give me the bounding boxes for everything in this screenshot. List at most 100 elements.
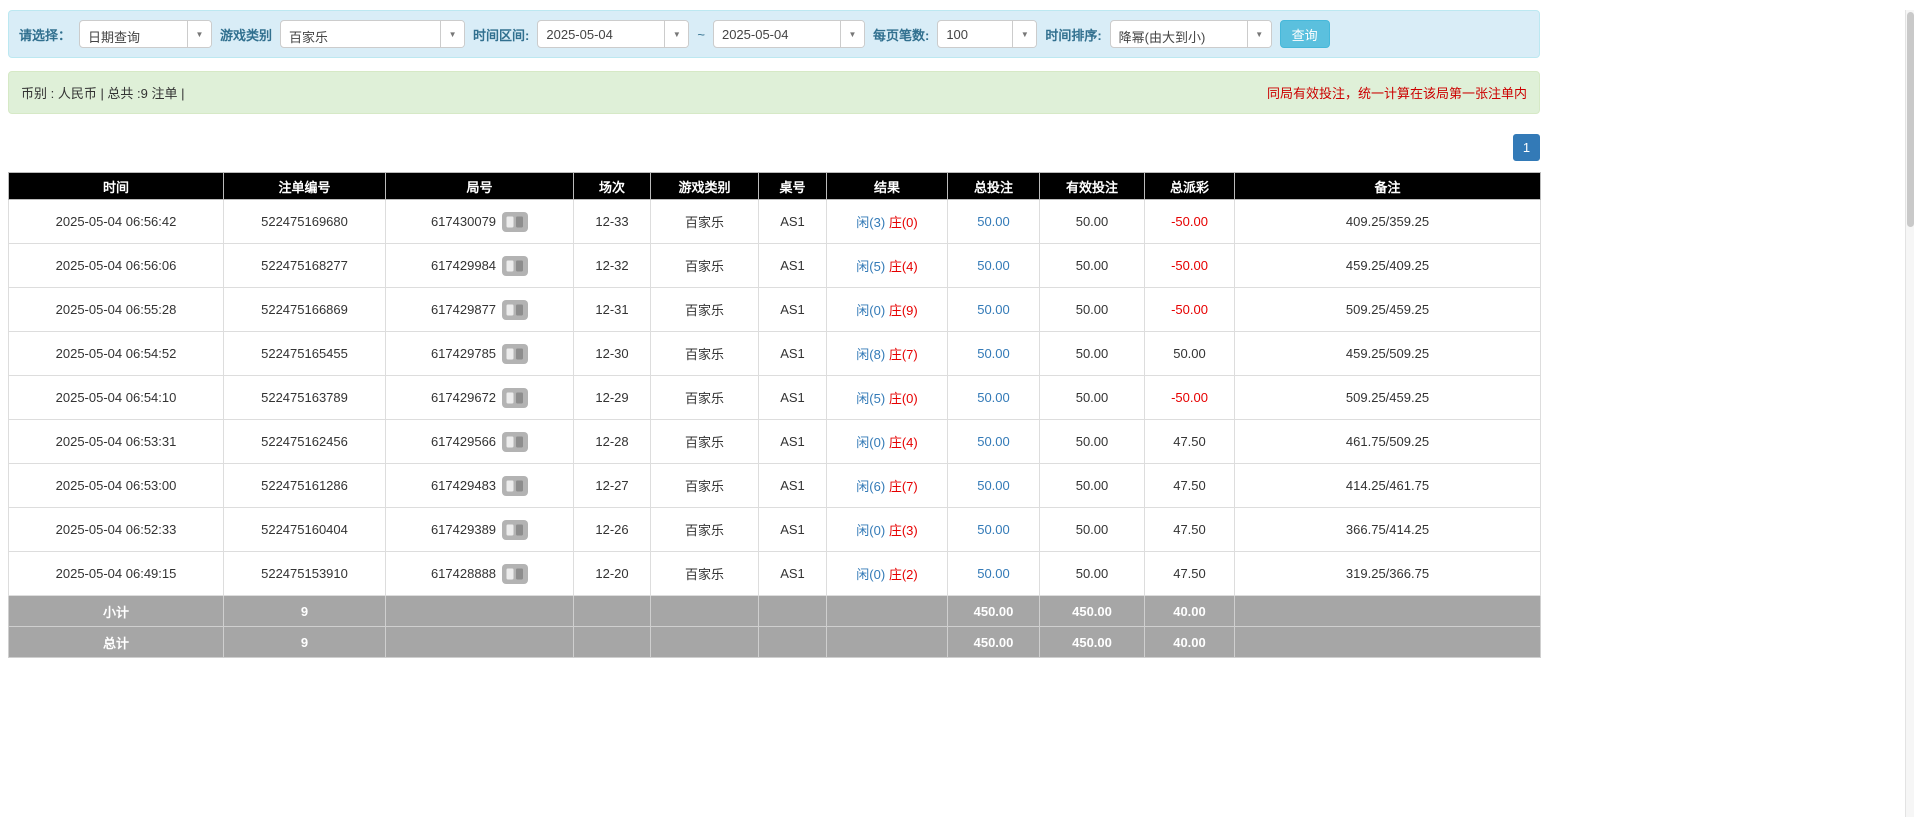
query-type-value: 日期查询: [80, 21, 187, 47]
empty-cell: [574, 596, 651, 627]
game-replay-icon[interactable]: [502, 300, 528, 320]
cell-payout: -50.00: [1145, 244, 1235, 288]
cell-bet-id: 522475153910: [224, 552, 386, 596]
table-header-row: 时间注单编号局号场次游戏类别桌号结果总投注有效投注总派彩备注: [9, 173, 1541, 200]
table-body: 2025-05-04 06:56:42 522475169680 6174300…: [9, 200, 1541, 596]
cell-total-bet: 50.00: [948, 376, 1040, 420]
scrollbar-thumb[interactable]: [1907, 12, 1914, 227]
cell-round: 617428888: [386, 552, 574, 596]
cell-session: 12-26: [574, 508, 651, 552]
result-player: 闲(8): [856, 347, 885, 362]
pagination-page-1[interactable]: 1: [1513, 134, 1540, 161]
cell-table-no: AS1: [759, 244, 827, 288]
subtotal-count: 9: [224, 596, 386, 627]
result-banker: 庄(3): [889, 523, 918, 538]
chevron-down-icon[interactable]: ▼: [187, 21, 211, 47]
cell-bet-id: 522475161286: [224, 464, 386, 508]
cell-payout: -50.00: [1145, 200, 1235, 244]
total-bet-link[interactable]: 50.00: [977, 522, 1010, 537]
date-range-label: 时间区间:: [473, 25, 529, 44]
chevron-down-icon[interactable]: ▼: [1247, 21, 1271, 47]
subtotal-payout: 40.00: [1145, 596, 1235, 627]
cell-session: 12-28: [574, 420, 651, 464]
game-type-select[interactable]: 百家乐 ▼: [280, 20, 465, 48]
empty-cell: [386, 596, 574, 627]
cell-remark: 459.25/509.25: [1235, 332, 1541, 376]
cell-round: 617429672: [386, 376, 574, 420]
total-bet-link[interactable]: 50.00: [977, 390, 1010, 405]
cell-result: 闲(5) 庄(4): [827, 244, 948, 288]
sort-order-select[interactable]: 降幂(由大到小) ▼: [1110, 20, 1272, 48]
cell-payout: 47.50: [1145, 552, 1235, 596]
cell-payout: -50.00: [1145, 376, 1235, 420]
query-type-select[interactable]: 日期查询 ▼: [79, 20, 212, 48]
cell-result: 闲(8) 庄(7): [827, 332, 948, 376]
cell-table-no: AS1: [759, 552, 827, 596]
result-player: 闲(0): [856, 523, 885, 538]
total-bet-link[interactable]: 50.00: [977, 302, 1010, 317]
sort-order-value: 降幂(由大到小): [1111, 21, 1247, 47]
grand-total-row: 总计 9 450.00 450.00 40.00: [9, 627, 1541, 658]
cell-table-no: AS1: [759, 420, 827, 464]
column-header: 备注: [1235, 173, 1541, 200]
cell-session: 12-33: [574, 200, 651, 244]
game-replay-icon[interactable]: [502, 212, 528, 232]
column-header: 时间: [9, 173, 224, 200]
cell-valid-bet: 50.00: [1040, 376, 1145, 420]
game-replay-icon[interactable]: [502, 476, 528, 496]
chevron-down-icon[interactable]: ▼: [1012, 21, 1036, 47]
cell-session: 12-32: [574, 244, 651, 288]
cell-time: 2025-05-04 06:54:52: [9, 332, 224, 376]
cell-table-no: AS1: [759, 288, 827, 332]
table-row: 2025-05-04 06:53:31 522475162456 6174295…: [9, 420, 1541, 464]
date-to-select[interactable]: 2025-05-04 ▼: [713, 20, 865, 48]
cell-bet-id: 522475165455: [224, 332, 386, 376]
cell-session: 12-27: [574, 464, 651, 508]
cell-session: 12-20: [574, 552, 651, 596]
cell-payout: 47.50: [1145, 508, 1235, 552]
column-header: 局号: [386, 173, 574, 200]
total-bet-link[interactable]: 50.00: [977, 214, 1010, 229]
chevron-down-icon[interactable]: ▼: [664, 21, 688, 47]
page-size-select[interactable]: 100 ▼: [937, 20, 1037, 48]
chevron-down-icon[interactable]: ▼: [440, 21, 464, 47]
date-from-value: 2025-05-04: [538, 21, 664, 47]
grand-total-valid-bet: 450.00: [1040, 627, 1145, 658]
cell-remark: 319.25/366.75: [1235, 552, 1541, 596]
filter-bar: 请选择： 日期查询 ▼ 游戏类别 百家乐 ▼ 时间区间: 2025-05-04 …: [8, 10, 1540, 58]
page-size-label: 每页笔数:: [873, 25, 929, 44]
cell-bet-id: 522475166869: [224, 288, 386, 332]
cell-time: 2025-05-04 06:54:10: [9, 376, 224, 420]
round-id: 617429785: [431, 346, 496, 361]
chevron-down-icon[interactable]: ▼: [840, 21, 864, 47]
total-bet-link[interactable]: 50.00: [977, 434, 1010, 449]
total-bet-link[interactable]: 50.00: [977, 566, 1010, 581]
total-bet-link[interactable]: 50.00: [977, 346, 1010, 361]
valid-bet-notice: 同局有效投注，统一计算在该局第一张注单内: [1267, 83, 1527, 102]
total-bet-link[interactable]: 50.00: [977, 258, 1010, 273]
game-replay-icon[interactable]: [502, 256, 528, 276]
result-banker: 庄(4): [889, 435, 918, 450]
cell-bet-id: 522475162456: [224, 420, 386, 464]
bet-records-table: 时间注单编号局号场次游戏类别桌号结果总投注有效投注总派彩备注 2025-05-0…: [8, 172, 1541, 658]
round-id: 617429566: [431, 434, 496, 449]
empty-cell: [759, 627, 827, 658]
game-replay-icon[interactable]: [502, 344, 528, 364]
cell-payout: 47.50: [1145, 420, 1235, 464]
empty-cell: [651, 596, 759, 627]
game-replay-icon[interactable]: [502, 564, 528, 584]
date-from-select[interactable]: 2025-05-04 ▼: [537, 20, 689, 48]
result-banker: 庄(2): [889, 567, 918, 582]
search-button[interactable]: 查询: [1280, 20, 1330, 48]
cell-bet-id: 522475163789: [224, 376, 386, 420]
game-replay-icon[interactable]: [502, 388, 528, 408]
cell-table-no: AS1: [759, 376, 827, 420]
subtotal-valid-bet: 450.00: [1040, 596, 1145, 627]
result-banker: 庄(9): [889, 303, 918, 318]
cell-time: 2025-05-04 06:52:33: [9, 508, 224, 552]
vertical-scrollbar[interactable]: [1905, 10, 1914, 817]
game-replay-icon[interactable]: [502, 432, 528, 452]
game-replay-icon[interactable]: [502, 520, 528, 540]
total-bet-link[interactable]: 50.00: [977, 478, 1010, 493]
subtotal-total-bet: 450.00: [948, 596, 1040, 627]
